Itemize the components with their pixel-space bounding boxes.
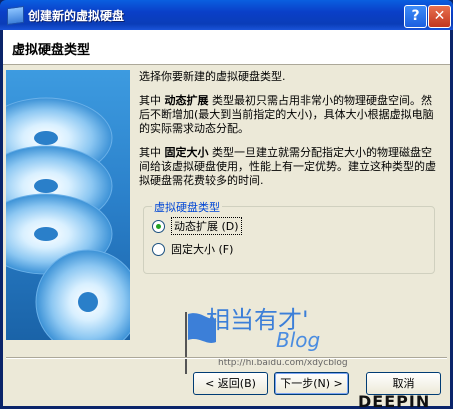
- disk-stack-icon: [6, 97, 130, 340]
- dynamic-prefix: 其中: [139, 94, 161, 107]
- radio-dynamic-indicator[interactable]: [152, 219, 165, 233]
- watermark-blog: Blog: [276, 328, 321, 352]
- help-button[interactable]: ?: [404, 5, 427, 28]
- radio-dynamic[interactable]: 动态扩展 (D): [152, 217, 242, 235]
- fixed-prefix: 其中: [139, 146, 161, 159]
- button-divider: [6, 357, 447, 359]
- wizard-client-area: 虚拟硬盘类型 选择你要新建的虚拟硬盘类型. 其中 动态扩展 类型最初只需占用非常…: [3, 30, 450, 411]
- brand-logo: DEEPIN: [358, 392, 431, 411]
- intro-text: 选择你要新建的虚拟硬盘类型.: [139, 70, 286, 83]
- group-legend: 虚拟硬盘类型: [152, 199, 222, 215]
- disk-illustration: [6, 70, 130, 340]
- wizard-window: 创建新的虚拟硬盘 ? ✕ 虚拟硬盘类型 选择你要新建的虚拟硬盘类型. 其中 动态…: [0, 0, 453, 411]
- back-button[interactable]: < 返回(B): [193, 372, 268, 395]
- title-bar: 创建新的虚拟硬盘 ? ✕: [0, 0, 453, 30]
- window-title: 创建新的虚拟硬盘: [28, 9, 125, 23]
- close-button[interactable]: ✕: [428, 5, 451, 28]
- fixed-description: 其中 固定大小 类型一旦建立就需分配指定大小的物理磁盘空间给该虚拟硬盘使用，性能…: [139, 146, 439, 188]
- page-title: 虚拟硬盘类型: [12, 43, 91, 58]
- app-icon: [7, 5, 24, 26]
- wizard-header: 虚拟硬盘类型: [3, 30, 450, 65]
- disk-type-group: 虚拟硬盘类型 动态扩展 (D) 固定大小 (F): [143, 199, 435, 274]
- watermark: 相当有才' Blog http://hi.baidu.com/xdycblog: [178, 300, 348, 375]
- dynamic-term: 动态扩展: [164, 94, 209, 107]
- next-button[interactable]: 下一步(N) >: [274, 372, 349, 395]
- description-text: 选择你要新建的虚拟硬盘类型. 其中 动态扩展 类型最初只需占用非常小的物理硬盘空…: [139, 70, 439, 198]
- dynamic-description: 其中 动态扩展 类型最初只需占用非常小的物理硬盘空间。然后不断增加(最大到当前指…: [139, 94, 439, 136]
- radio-fixed-indicator[interactable]: [152, 242, 165, 256]
- radio-dynamic-label[interactable]: 动态扩展 (D): [171, 217, 242, 235]
- radio-fixed-label[interactable]: 固定大小 (F): [171, 241, 233, 257]
- fixed-term: 固定大小: [164, 146, 209, 159]
- watermark-url: http://hi.baidu.com/xdycblog: [218, 358, 348, 368]
- radio-fixed[interactable]: 固定大小 (F): [152, 241, 233, 257]
